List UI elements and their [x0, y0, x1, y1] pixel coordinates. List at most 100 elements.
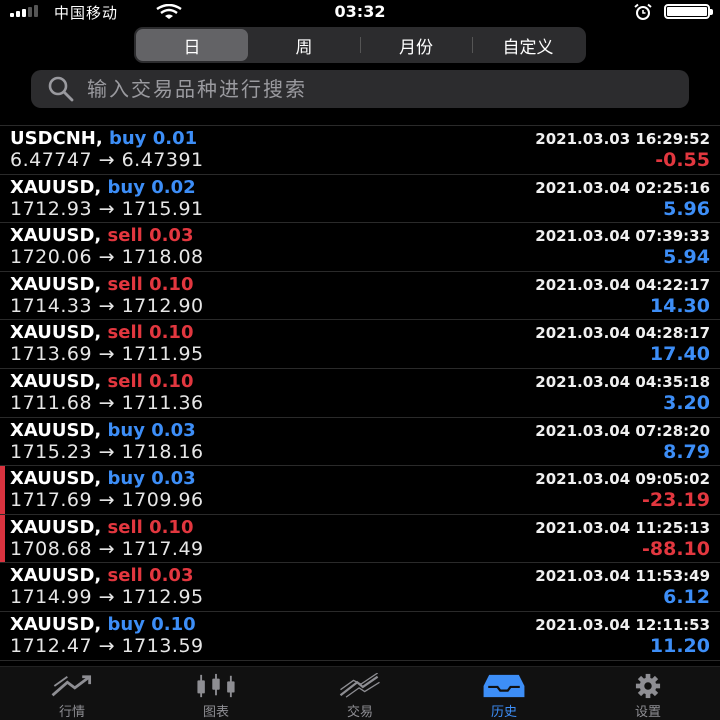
- deal-row[interactable]: XAUUSD, sell 0.03 1720.06 → 1718.08 2021.0…: [0, 223, 720, 272]
- deal-profit: -0.55: [655, 149, 710, 171]
- deal-title: USDCNH, buy 0.01: [10, 128, 197, 149]
- deal-symbol: XAUUSD,: [10, 613, 102, 635]
- deal-time: 2021.03.04 04:22:17: [535, 275, 710, 294]
- tab-quotes[interactable]: 行情: [0, 667, 144, 720]
- deal-profit: 11.20: [649, 634, 710, 657]
- deal-prices: 1712.93 → 1715.91: [10, 197, 204, 220]
- deal-time: 2021.03.03 16:29:52: [535, 130, 710, 148]
- deal-profit: 5.94: [663, 246, 710, 269]
- search-icon: [48, 76, 74, 102]
- search-input[interactable]: [87, 77, 647, 101]
- status-bar: 中国移动 03:32: [0, 0, 720, 24]
- deal-row[interactable]: XAUUSD, buy 0.10 1712.47 → 1713.59 2021.03…: [0, 612, 720, 661]
- tab-charts[interactable]: 图表: [144, 667, 288, 720]
- deal-title: XAUUSD, sell 0.10: [10, 274, 193, 295]
- search-bar[interactable]: [31, 70, 689, 108]
- deal-volume: 0.10: [149, 273, 194, 295]
- deal-prices: 1717.69 → 1709.96: [10, 489, 204, 512]
- segment-week[interactable]: 周: [248, 29, 360, 61]
- deal-symbol: XAUUSD,: [10, 565, 102, 587]
- tab-history-label: 历史: [490, 705, 517, 720]
- tab-bar: 行情 图表 交易 历史 设置: [0, 666, 720, 720]
- segment-month[interactable]: 月份: [360, 29, 472, 61]
- deal-row[interactable]: XAUUSD, buy 0.03 1715.23 → 1718.16 2021.03…: [0, 418, 720, 467]
- loss-marker: [0, 466, 5, 514]
- deal-symbol: XAUUSD,: [10, 370, 102, 392]
- deal-profit: -23.19: [642, 489, 710, 512]
- deal-symbol: XAUUSD,: [10, 468, 102, 490]
- deal-profit: 14.30: [649, 294, 710, 317]
- deal-profit: 6.12: [663, 586, 710, 609]
- deal-time: 2021.03.04 04:35:18: [535, 372, 710, 391]
- deal-volume: 0.03: [149, 565, 194, 587]
- deal-row[interactable]: XAUUSD, buy 0.02 1712.93 → 1715.91 2021.03…: [0, 175, 720, 224]
- chart-candles-icon: [197, 673, 235, 698]
- deal-time: 2021.03.04 02:25:16: [535, 178, 710, 197]
- deal-time: 2021.03.04 07:28:20: [535, 421, 710, 440]
- battery-icon: [664, 4, 713, 19]
- deal-row[interactable]: XAUUSD, sell 0.10 1713.69 → 1711.95 2021.0…: [0, 320, 720, 369]
- deal-side: sell: [107, 370, 143, 392]
- deal-time: 2021.03.04 09:05:02: [535, 470, 710, 489]
- deal-symbol: XAUUSD,: [10, 273, 102, 295]
- deal-profit: -88.10: [642, 537, 710, 560]
- deal-time: 2021.03.04 07:39:33: [535, 227, 710, 246]
- deal-symbol: XAUUSD,: [10, 176, 102, 198]
- deal-title: XAUUSD, buy 0.10: [10, 614, 196, 635]
- tab-trade-label: 交易: [346, 705, 373, 720]
- period-segmented-control: 日 周 月份 自定义: [134, 27, 586, 63]
- deal-time: 2021.03.04 04:28:17: [535, 324, 710, 343]
- tab-history[interactable]: 历史: [432, 667, 576, 720]
- deal-side: buy: [107, 419, 145, 441]
- deal-prices: 1714.99 → 1712.95: [10, 586, 204, 609]
- deal-history-list: USDCNH, buy 0.01 6.47747 → 6.47391 2021.03…: [0, 125, 720, 665]
- tab-settings[interactable]: 设置: [576, 667, 720, 720]
- deal-profit: 3.20: [663, 391, 710, 414]
- deal-row[interactable]: USDCNH, buy 0.01 6.47747 → 6.47391 2021.03…: [0, 126, 720, 175]
- deal-prices: 1720.06 → 1718.08: [10, 246, 204, 269]
- segment-custom[interactable]: 自定义: [472, 29, 584, 61]
- deal-row[interactable]: XAUUSD, sell 0.03 1714.99 → 1712.95 2021.0…: [0, 563, 720, 612]
- deal-title: XAUUSD, sell 0.03: [10, 565, 193, 586]
- deal-profit: 5.96: [663, 197, 710, 220]
- deal-volume: 0.01: [152, 128, 198, 149]
- alarm-clock-icon: [634, 3, 652, 20]
- deal-prices: 1715.23 → 1718.16: [10, 440, 204, 463]
- deal-symbol: XAUUSD,: [10, 516, 102, 538]
- deal-volume: 0.10: [151, 613, 196, 635]
- deal-side: sell: [107, 516, 143, 538]
- tab-trade[interactable]: 交易: [288, 667, 432, 720]
- deal-prices: 1708.68 → 1717.49: [10, 537, 204, 560]
- deal-side: sell: [107, 565, 143, 587]
- deal-side: buy: [107, 613, 145, 635]
- deal-row[interactable]: XAUUSD, sell 0.10 1714.33 → 1712.90 2021.0…: [0, 272, 720, 321]
- deal-volume: 0.10: [149, 322, 194, 344]
- deal-prices: 1712.47 → 1713.59: [10, 634, 204, 657]
- deal-side: sell: [107, 322, 143, 344]
- deal-title: XAUUSD, sell 0.10: [10, 322, 193, 343]
- deal-side: sell: [107, 225, 143, 247]
- deal-profit: 8.79: [663, 440, 710, 463]
- tab-charts-label: 图表: [202, 705, 229, 720]
- deal-time: 2021.03.04 11:25:13: [535, 518, 710, 537]
- loss-marker: [0, 514, 5, 563]
- deal-prices: 1713.69 → 1711.95: [10, 343, 204, 366]
- tab-quotes-label: 行情: [58, 705, 85, 720]
- quotes-icon: [51, 675, 92, 697]
- deal-row[interactable]: XAUUSD, sell 0.10 1708.68 → 1717.49 2021.0…: [0, 514, 720, 564]
- deal-symbol: USDCNH,: [10, 128, 103, 149]
- status-time: 03:32: [334, 2, 386, 21]
- deal-row[interactable]: XAUUSD, sell 0.10 1711.68 → 1711.36 2021.0…: [0, 369, 720, 418]
- deal-time: 2021.03.04 11:53:49: [535, 567, 710, 586]
- deal-prices: 1714.33 → 1712.90: [10, 294, 204, 317]
- trade-icon: [339, 673, 380, 698]
- deal-volume: 0.02: [151, 176, 196, 198]
- segment-day[interactable]: 日: [136, 29, 248, 61]
- gear-icon: [635, 673, 661, 699]
- deal-row[interactable]: XAUUSD, buy 0.03 1717.69 → 1709.96 2021.03…: [0, 466, 720, 515]
- deal-title: XAUUSD, buy 0.03: [10, 468, 196, 489]
- deal-title: XAUUSD, buy 0.03: [10, 420, 196, 441]
- deal-volume: 0.10: [149, 516, 194, 538]
- deal-volume: 0.03: [151, 419, 196, 441]
- deal-prices: 6.47747 → 6.47391: [10, 149, 204, 171]
